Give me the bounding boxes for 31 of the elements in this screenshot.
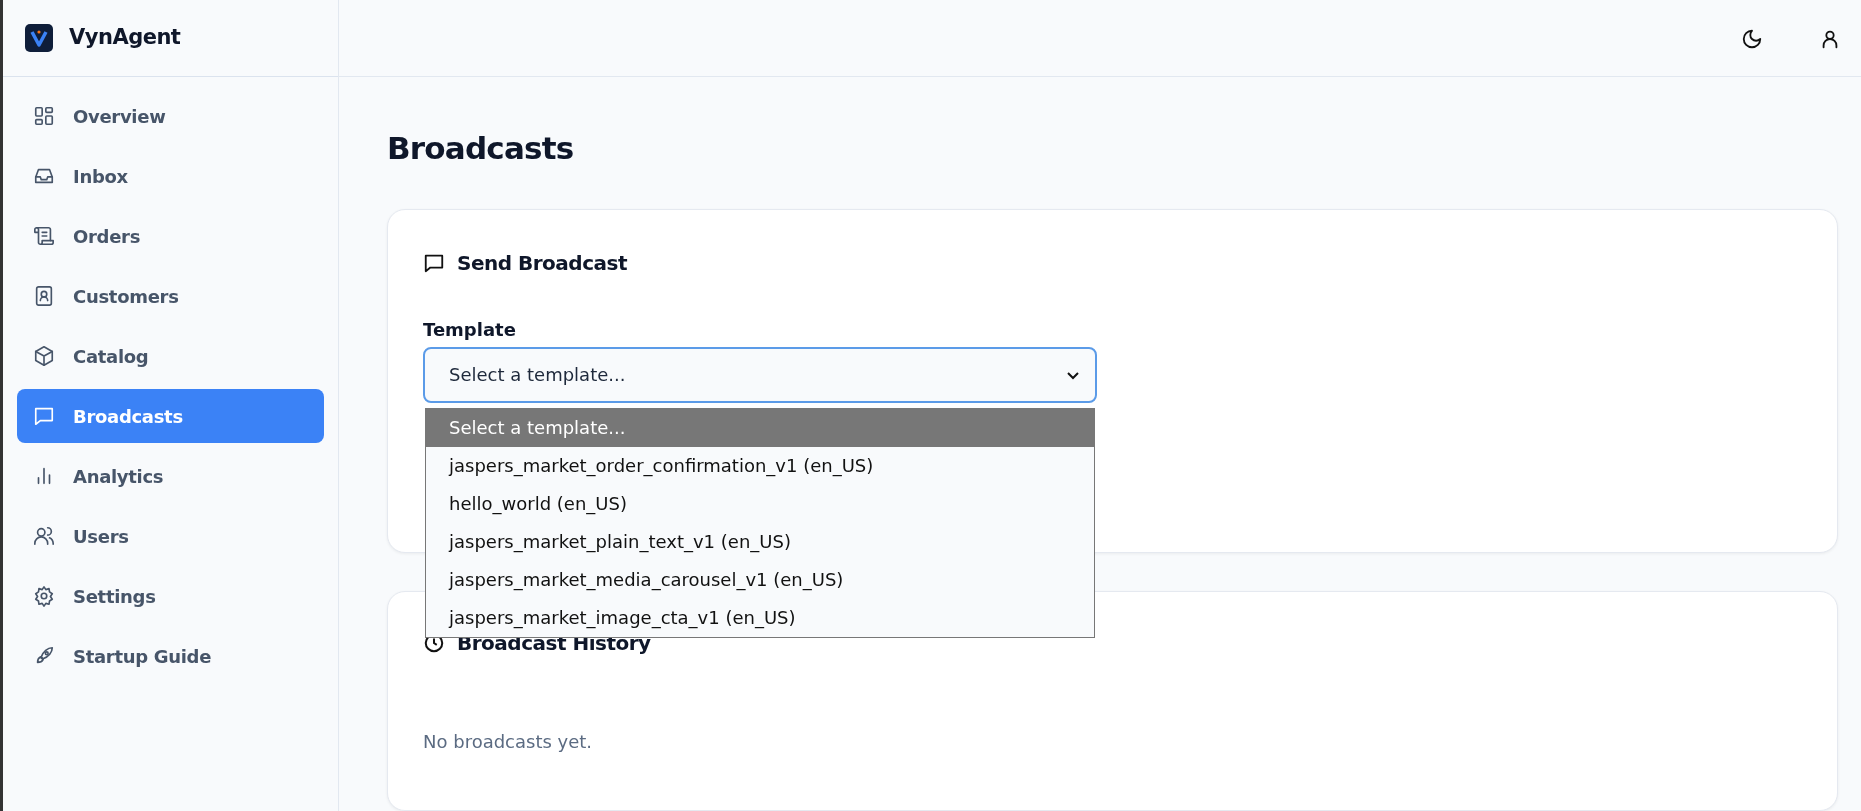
template-select[interactable]: Select a template...: [423, 346, 1097, 403]
empty-message: No broadcasts yet.: [423, 729, 594, 754]
page-title: Broadcasts: [387, 129, 575, 168]
field-label: Template: [423, 317, 517, 342]
dropdown-option[interactable]: jaspers_market_order_confirmation_v1 (en_US): [426, 446, 1094, 485]
sidebar-item[interactable]: Inbox: [17, 149, 324, 203]
dropdown-option[interactable]: jaspers_market_image_cta_v1 (en_US): [426, 598, 1094, 637]
card-title: Send Broadcast: [457, 249, 627, 277]
dropdown-option[interactable]: hello_world (en_US): [426, 484, 1094, 523]
sidebar-item[interactable]: Orders: [17, 209, 324, 263]
message-icon: [33, 405, 55, 427]
dropdown-option[interactable]: jaspers_market_plain_text_v1 (en_US): [426, 522, 1094, 561]
settings-icon: [33, 585, 55, 607]
sidebar-item[interactable]: Customers: [17, 269, 324, 323]
dropdown-option[interactable]: Select a template...: [426, 408, 1094, 447]
logo-icon: [25, 24, 53, 52]
sidebar-item[interactable]: Settings: [17, 569, 324, 623]
sidebar-item[interactable]: Overview: [17, 89, 324, 143]
sidebar-item[interactable]: Startup Guide: [17, 629, 324, 683]
dropdown-option[interactable]: jaspers_market_media_carousel_v1 (en_US): [426, 560, 1094, 599]
contact-book-icon: [33, 285, 55, 307]
grid-icon: [33, 105, 55, 127]
users-icon: [33, 525, 55, 547]
sidebar-item[interactable]: Analytics: [17, 449, 324, 503]
moon-icon: [1741, 27, 1763, 50]
receipt-icon: [33, 225, 55, 247]
sidebar-item[interactable]: Broadcasts: [17, 389, 324, 443]
sidebar-item[interactable]: Users: [17, 509, 324, 563]
sidebar-item[interactable]: Catalog: [17, 329, 324, 383]
brand-name: VynAgent: [69, 24, 181, 52]
box-icon: [33, 345, 55, 367]
